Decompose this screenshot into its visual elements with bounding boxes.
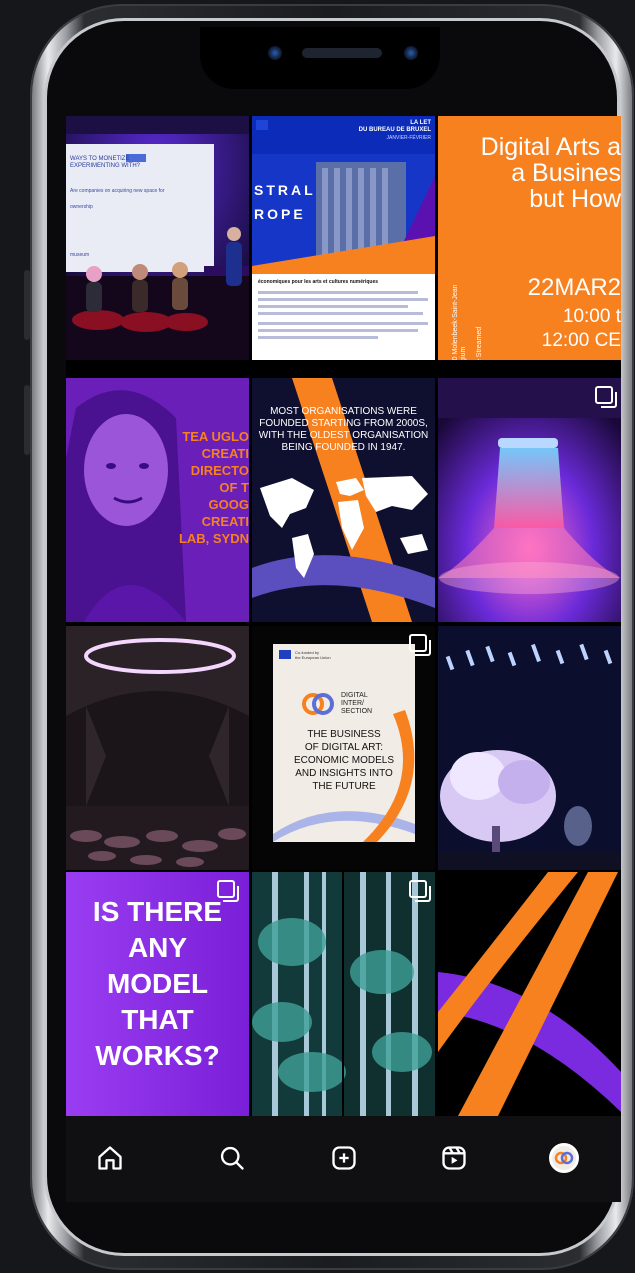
speaker-line: OF T [219, 480, 249, 495]
post-tile-question[interactable]: IS THERE ANY MODEL THAT WORKS? [66, 872, 249, 1116]
post-tile-report[interactable]: Co-funded by the European Union DIGITAL … [252, 626, 435, 870]
map-caption: MOST ORGANISATIONS WERE FOUNDED STARTING… [252, 406, 435, 454]
post-tile-forest[interactable] [252, 872, 435, 1116]
profile-avatar[interactable] [544, 1138, 584, 1178]
event-time-1: 10:00 t [562, 306, 621, 327]
question-line: WORKS? [95, 1040, 220, 1071]
speaker-line: CREATI [201, 446, 249, 461]
carousel-icon [595, 386, 617, 408]
report-cover: Co-funded by the European Union DIGITAL … [273, 644, 415, 842]
front-sensor [404, 46, 418, 60]
volume-down-button [24, 385, 30, 455]
speaker-grille [302, 48, 382, 58]
event-date: 22MAR2 [527, 274, 621, 301]
front-camera [268, 46, 282, 60]
brand-logo-text: DIGITAL INTER/ SECTION [341, 692, 372, 716]
post-tile-speaker[interactable]: TEA UGLO CREATI DIRECTO OF T GOOG CREATI… [66, 378, 249, 622]
instagram-grid: WAYS TO MONETIZE EXPERIMENTING WITH? Are… [66, 116, 621, 1116]
slide-line: Are companies on acquiring new space for [70, 188, 165, 194]
post-tile-light-installation[interactable] [438, 378, 621, 622]
dome-photo [66, 626, 249, 870]
speaker-line: DIRECTO [190, 463, 249, 478]
carousel-icon [409, 880, 431, 902]
post-tile-world-map[interactable]: MOST ORGANISATIONS WERE FOUNDED STARTING… [252, 378, 435, 622]
carousel-icon [217, 880, 239, 902]
newsletter-header-1: LA LET [410, 120, 431, 126]
forest-photo [252, 872, 435, 1116]
post-tile-tree-installation[interactable] [438, 626, 621, 870]
eu-note: Co-funded by the European Union [295, 650, 331, 660]
post-tile-dome[interactable] [66, 626, 249, 870]
speaker-caption: TEA UGLO CREATI DIRECTO OF T GOOG CREATI… [179, 428, 249, 547]
newsletter-header-2: DU BUREAU DE BRUXEL [358, 127, 431, 133]
question-line: IS THERE [92, 896, 223, 927]
speaker-line: TEA UGLO [182, 429, 249, 444]
speaker-line: LAB, SYDN [178, 531, 249, 546]
map-caption-line: MOST ORGANISATIONS WERE [270, 406, 417, 417]
event-location: 1060 Molenbeek-Saint-Jean Belgium & Live… [452, 284, 483, 360]
brand-line: DIGITAL [341, 692, 368, 699]
newsletter-banner-1: STRAL [254, 182, 316, 198]
event-time-2: 12:00 CE [541, 330, 621, 351]
brand-line: INTER/ [341, 700, 364, 707]
question-line: THAT [121, 1004, 194, 1035]
reels-icon[interactable] [434, 1138, 474, 1178]
carousel-icon [409, 634, 431, 656]
post-tile-panel-discussion[interactable]: WAYS TO MONETIZE EXPERIMENTING WITH? Are… [66, 116, 249, 360]
report-title-line: THE FUTURE [312, 781, 376, 792]
map-caption-line: FOUNDED STARTING FROM 2000S, [259, 418, 428, 429]
abstract-graphic [438, 872, 621, 1116]
notch [200, 27, 440, 89]
question-line: ANY [127, 932, 188, 963]
question-line: MODEL [106, 968, 209, 999]
volume-up-button [24, 270, 30, 340]
speaker-line: GOOG [208, 497, 249, 512]
report-title: THE BUSINESS OF DIGITAL ART: ECONOMIC MO… [273, 728, 415, 793]
report-title-line: OF DIGITAL ART: [304, 742, 384, 753]
event-title-3: but How [529, 185, 621, 213]
slide-line: ownership [70, 204, 93, 210]
home-icon[interactable] [90, 1138, 130, 1178]
bottom-navigation [66, 1116, 621, 1202]
event-title-1: Digital Arts a [480, 133, 621, 161]
plus-square-icon[interactable] [324, 1138, 364, 1178]
brand-line: SECTION [341, 708, 373, 715]
question-text: IS THERE ANY MODEL THAT WORKS? [66, 894, 249, 1074]
post-tile-event[interactable]: Digital Arts a a Busines but How 1060 Mo… [438, 116, 621, 360]
slide-line: museum [70, 252, 90, 258]
map-caption-line: WITH THE OLDEST ORGANISATION [258, 430, 429, 441]
report-title-line: THE BUSINESS [307, 729, 381, 740]
map-caption-line: BEING FOUNDED IN 1947. [281, 442, 406, 453]
newsletter-banner-2: ROPE [254, 206, 306, 222]
report-title-line: ECONOMIC MODELS [293, 755, 394, 766]
post-tile-abstract[interactable] [438, 872, 621, 1116]
slide-title: WAYS TO MONETIZE EXPERIMENTING WITH? [70, 156, 141, 169]
panel-photo [66, 116, 249, 360]
light-installation-photo [438, 378, 621, 622]
newsletter-header-3: JANVIER-FÉVRIER [386, 135, 431, 141]
event-title-2: a Busines [511, 159, 621, 187]
newsletter-body-title: économiques pour les arts et cultures nu… [258, 279, 379, 285]
post-tile-newsletter[interactable]: LA LET DU BUREAU DE BRUXEL JANVIER-FÉVRI… [252, 116, 435, 360]
tree-installation-photo [438, 626, 621, 870]
search-icon[interactable] [212, 1138, 252, 1178]
speaker-line: CREATI [201, 514, 249, 529]
newsletter-cover [252, 116, 435, 360]
report-title-line: AND INSIGHTS INTO [295, 768, 393, 779]
